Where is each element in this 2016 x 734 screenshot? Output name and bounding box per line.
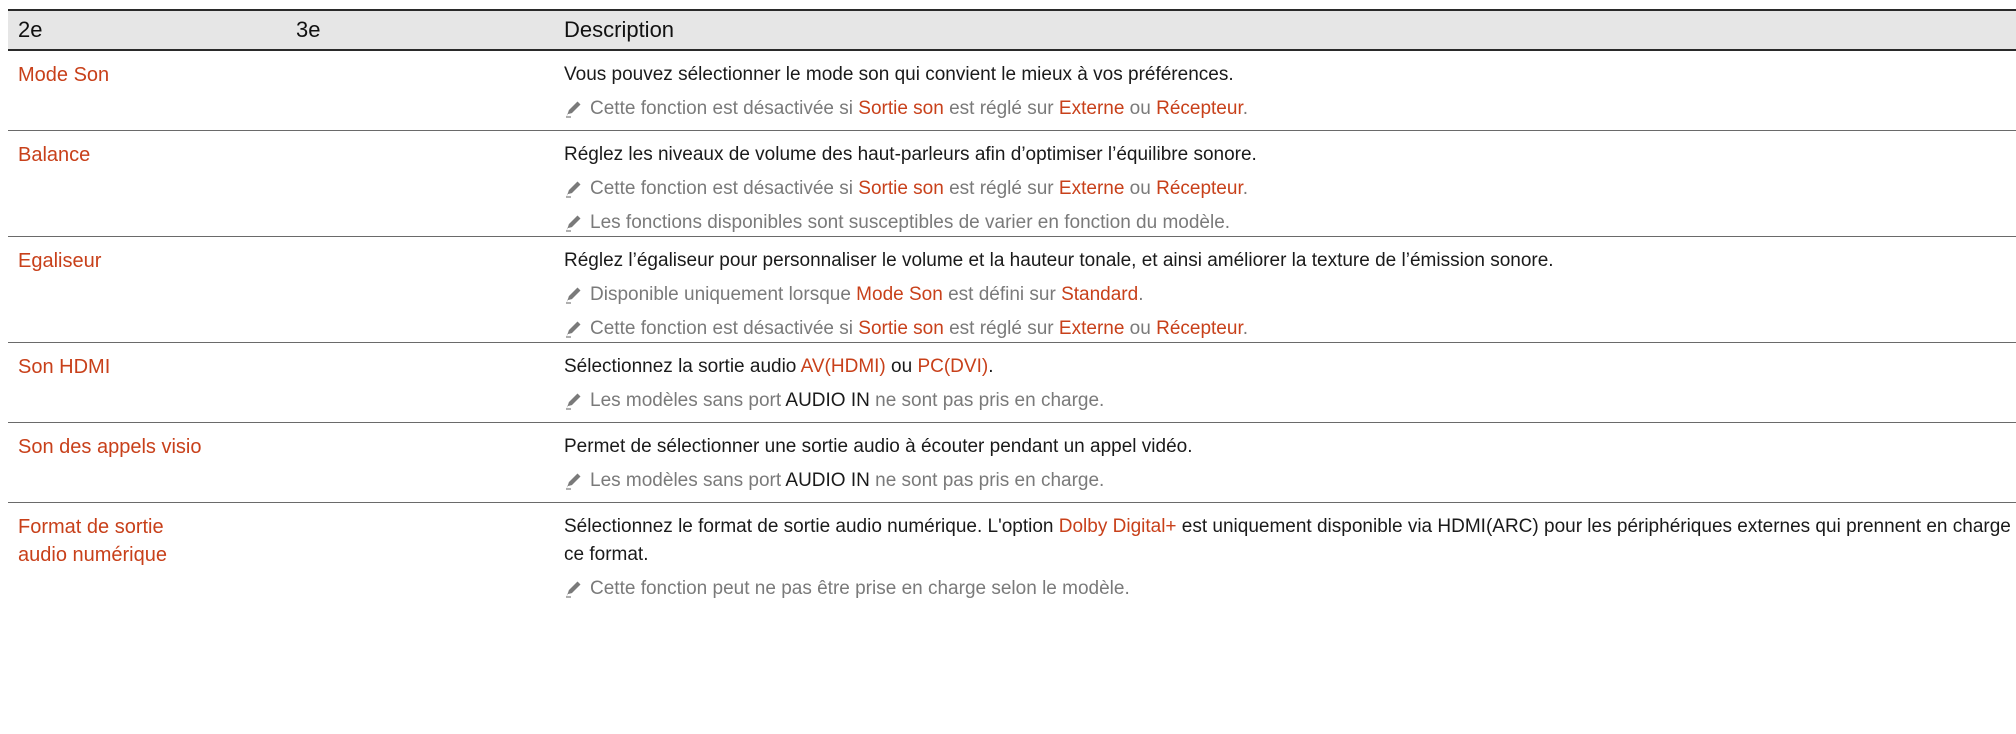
note: Cette fonction peut ne pas être prise en… (564, 575, 2016, 603)
note: Les modèles sans port AUDIO IN ne sont p… (564, 387, 2016, 415)
setting-description: Vous pouvez sélectionner le mode son qui… (556, 51, 2016, 130)
table-row: Balance Réglez les niveaux de volume des… (8, 131, 2016, 237)
note: Les fonctions disponibles sont susceptib… (564, 209, 2016, 237)
pencil-icon (564, 467, 590, 490)
pencil-icon (564, 209, 590, 232)
setting-description: Réglez l’égaliseur pour personnaliser le… (556, 237, 2016, 342)
note-text: Cette fonction est désactivée si Sortie … (590, 178, 1249, 199)
table-row: Son HDMI Sélectionnez la sortie audio AV… (8, 343, 2016, 423)
setting-description: Réglez les niveaux de volume des haut-pa… (556, 131, 2016, 236)
note-text: Les modèles sans port AUDIO IN ne sont p… (590, 470, 1105, 491)
note: Disponible uniquement lorsque Mode Son e… (564, 281, 2016, 309)
description-text: Vous pouvez sélectionner le mode son qui… (564, 64, 1234, 85)
table-row: Format de sortie audio numérique Sélecti… (8, 503, 2016, 623)
pencil-icon (564, 315, 590, 338)
description-text: Sélectionnez le format de sortie audio n… (564, 516, 2011, 565)
table-row: Mode Son Vous pouvez sélectionner le mod… (8, 51, 2016, 131)
pencil-icon (564, 387, 590, 410)
description-text: Sélectionnez la sortie audio AV(HDMI) ou… (564, 356, 994, 377)
note: Cette fonction est désactivée si Sortie … (564, 175, 2016, 203)
note-text: Cette fonction est désactivée si Sortie … (590, 318, 1249, 339)
note-text: Disponible uniquement lorsque Mode Son e… (590, 284, 1144, 305)
pencil-icon (564, 95, 590, 118)
setting-name: Egaliseur (18, 250, 102, 272)
setting-name: Son des appels visio (18, 436, 202, 458)
note: Les modèles sans port AUDIO IN ne sont p… (564, 467, 2016, 495)
description-text: Réglez l’égaliseur pour personnaliser le… (564, 250, 1554, 271)
pencil-icon (564, 281, 590, 304)
table-row: Son des appels visio Permet de sélection… (8, 423, 2016, 503)
note-text: Cette fonction est désactivée si Sortie … (590, 98, 1249, 119)
pencil-icon (564, 175, 590, 198)
setting-description: Permet de sélectionner une sortie audio … (556, 423, 2016, 502)
table-row: Egaliseur Réglez l’égaliseur pour person… (8, 237, 2016, 343)
description-text: Réglez les niveaux de volume des haut-pa… (564, 144, 1257, 165)
header-2e: 2e (18, 17, 43, 42)
setting-name: Format de sortie audio numérique (18, 516, 167, 566)
setting-name: Mode Son (18, 64, 110, 86)
header-description: Description (564, 17, 675, 42)
note-text: Les fonctions disponibles sont susceptib… (590, 212, 1231, 233)
settings-table: 2e 3e Description Mode Son Vous pouvez s… (8, 9, 2016, 623)
setting-name: Balance (18, 144, 91, 166)
pencil-icon (564, 575, 590, 598)
note-text: Les modèles sans port AUDIO IN ne sont p… (590, 390, 1105, 411)
description-text: Permet de sélectionner une sortie audio … (564, 436, 1193, 457)
setting-description: Sélectionnez la sortie audio AV(HDMI) ou… (556, 343, 2016, 422)
header-3e: 3e (296, 17, 321, 42)
setting-name: Son HDMI (18, 356, 111, 378)
note-text: Cette fonction peut ne pas être prise en… (590, 578, 1130, 599)
setting-description: Sélectionnez le format de sortie audio n… (556, 503, 2016, 623)
table-header: 2e 3e Description (8, 11, 2016, 51)
note: Cette fonction est désactivée si Sortie … (564, 95, 2016, 123)
note: Cette fonction est désactivée si Sortie … (564, 315, 2016, 343)
